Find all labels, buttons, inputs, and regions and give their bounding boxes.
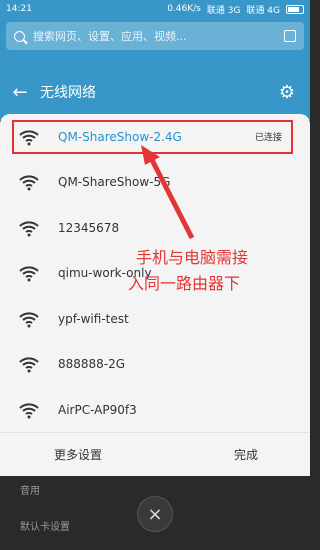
network-row[interactable]: 12345678 <box>0 205 310 251</box>
background-row: 默认卡设置 <box>20 522 70 533</box>
network-row[interactable]: AirPC-AP90f3 <box>0 387 310 433</box>
status-time: 14:21 <box>6 4 32 14</box>
gear-icon[interactable]: ⚙ <box>264 82 310 103</box>
network-ssid: ypf-wifi-test <box>58 311 129 326</box>
network-row[interactable]: QM-ShareShow-5G <box>0 160 310 206</box>
wifi-icon <box>19 266 39 282</box>
page-header: ← 无线网络 ⚙ <box>0 72 310 112</box>
carrier-2: 联通 4G <box>246 5 280 16</box>
battery-icon <box>286 4 304 14</box>
more-settings-button[interactable]: 更多设置 <box>0 433 182 476</box>
scan-icon[interactable] <box>284 30 296 42</box>
search-icon <box>14 30 25 42</box>
search-bar[interactable]: 搜索网页、设置、应用、视频... <box>6 22 304 50</box>
annotation-text: 手机与电脑需接 入同一路由器下 <box>128 245 306 297</box>
dialog-actions: 更多设置 完成 <box>0 432 310 476</box>
wifi-icon <box>19 221 39 237</box>
network-ssid: QM-ShareShow-5G <box>58 175 171 190</box>
done-button[interactable]: 完成 <box>182 433 310 476</box>
network-ssid: 888888-2G <box>58 357 126 372</box>
page-title: 无线网络 <box>40 85 96 101</box>
wifi-icon <box>19 403 39 419</box>
search-placeholder: 搜索网页、设置、应用、视频... <box>33 30 187 43</box>
status-bar: 14:21 0.46K/s 联通 3G 联通 4G <box>0 0 310 18</box>
highlight-box <box>12 120 293 154</box>
network-ssid: 12345678 <box>58 220 120 235</box>
annotation-line-2: 入同一路由器下 <box>128 274 241 293</box>
top-bar: 14:21 0.46K/s 联通 3G 联通 4G 搜索网页、设置、应用、视频.… <box>0 0 310 120</box>
background-row: 音用 <box>20 486 40 497</box>
network-ssid: AirPC-AP90f3 <box>58 402 137 417</box>
network-row[interactable]: ypf-wifi-test <box>0 296 310 342</box>
network-speed: 0.46K/s <box>167 4 201 14</box>
annotation-line-1: 手机与电脑需接 <box>136 248 249 267</box>
network-row[interactable]: 888888-2G <box>0 342 310 388</box>
back-arrow-icon[interactable]: ← <box>0 82 40 103</box>
carrier-1: 联通 3G <box>206 5 241 16</box>
wifi-icon <box>19 175 39 191</box>
close-button[interactable]: × <box>137 496 173 532</box>
wifi-icon <box>19 312 39 328</box>
wifi-icon <box>19 357 39 373</box>
